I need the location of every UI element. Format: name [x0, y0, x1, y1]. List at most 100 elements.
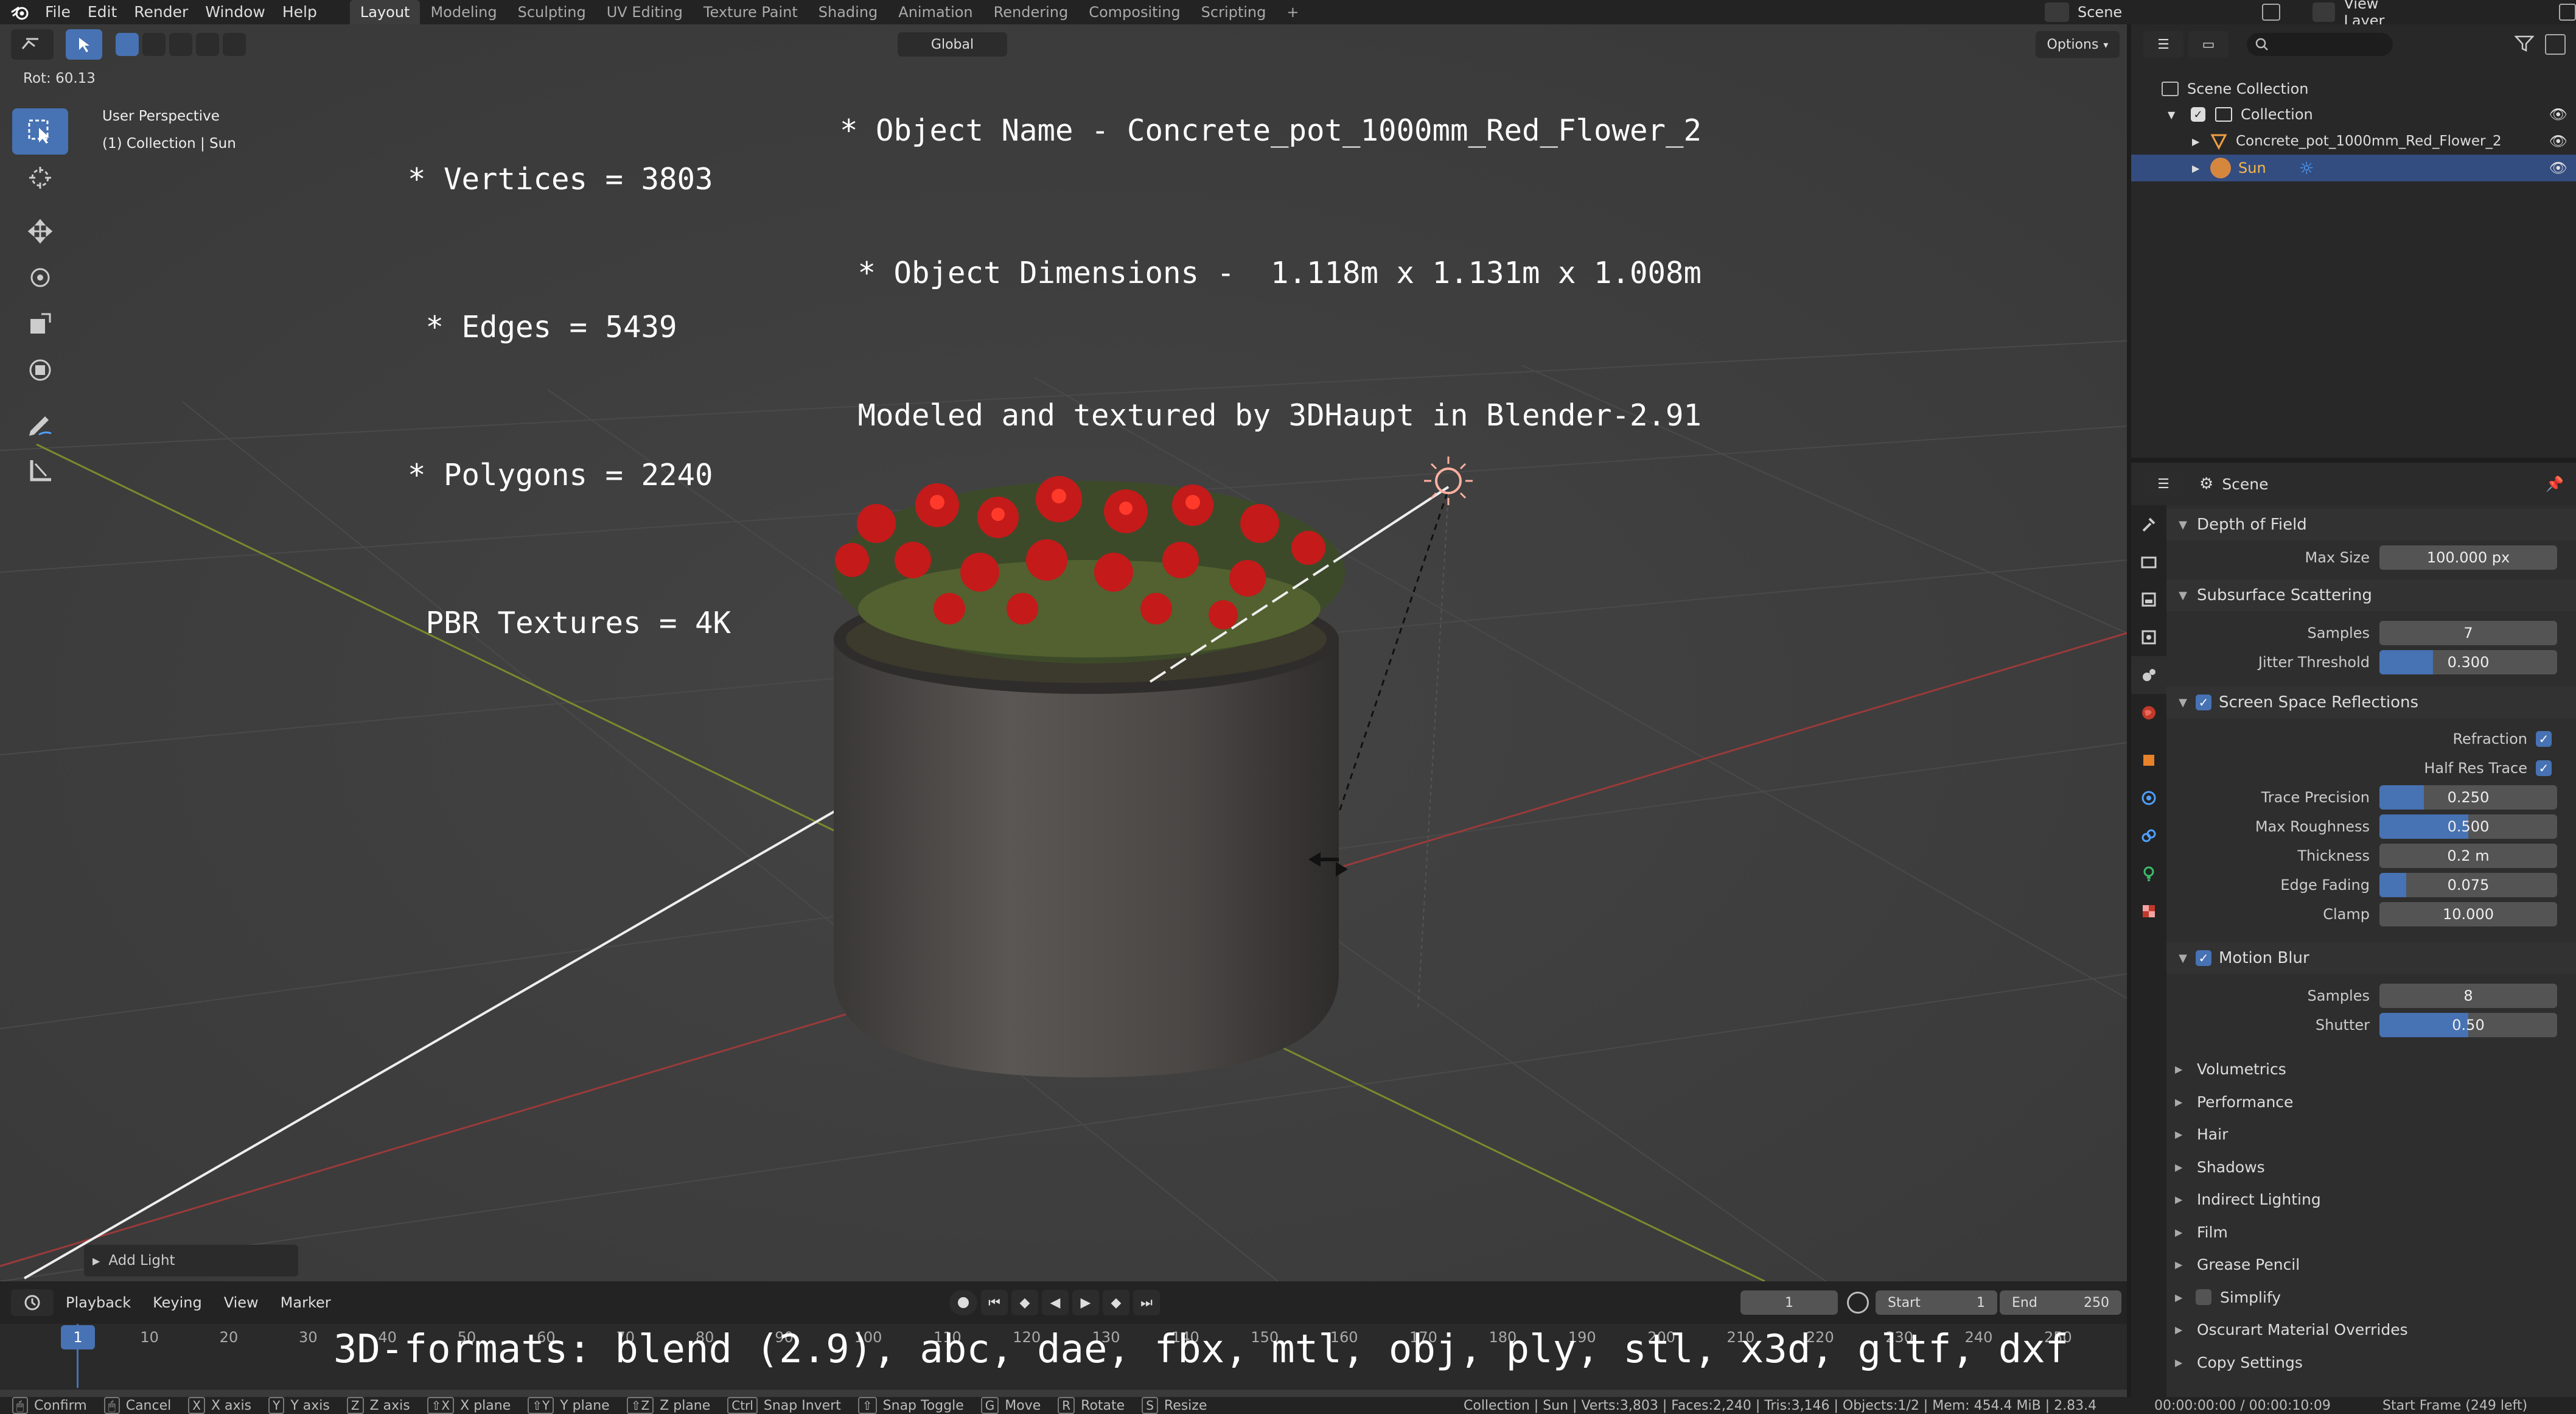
3d-viewport[interactable]: Global Options ▾ Rot: 60.13 User Perspect… [0, 24, 2127, 1281]
start-frame-field[interactable]: Start 1 [1876, 1290, 1997, 1315]
section-indirect-lighting[interactable]: ▶ Indirect Lighting [2166, 1183, 2576, 1216]
outliner-editor-type-icon[interactable]: ☰ [2143, 31, 2183, 58]
jump-end-button[interactable]: ⏭ [1133, 1290, 1160, 1315]
tool-tab-icon[interactable] [2131, 505, 2166, 543]
play-reverse-button[interactable]: ◀ [1042, 1290, 1069, 1315]
scale-tool[interactable] [12, 301, 68, 347]
outliner-row-collection[interactable]: ▼ ✓ Collection 👁 [2131, 101, 2576, 128]
options-dropdown[interactable]: Options ▾ [2036, 31, 2120, 58]
expand-icon[interactable]: ▶ [2192, 163, 2207, 174]
render-tab-icon[interactable] [2131, 543, 2166, 581]
max-size-field[interactable]: 100.000 px [2379, 545, 2557, 570]
mb-samples-field[interactable]: 8 [2379, 984, 2557, 1008]
light-data-tab-icon[interactable] [2131, 855, 2166, 892]
section-depth-of-field[interactable]: ▼ Depth of Field [2166, 509, 2576, 541]
workspace-tab-layout[interactable]: Layout [349, 0, 421, 24]
move-tool[interactable] [12, 208, 68, 254]
properties-editor[interactable]: ☰ ⚙ Scene 📌 ▼ Depth of Field Max Size 10… [2131, 463, 2576, 1397]
physics-tab-icon[interactable] [2131, 779, 2166, 817]
scene-selector[interactable]: Scene [2045, 0, 2281, 24]
editor-type-icon[interactable] [11, 29, 54, 60]
rotate-tool[interactable] [12, 254, 68, 301]
end-frame-field[interactable]: End 250 [2000, 1290, 2121, 1315]
jitter-threshold-slider[interactable]: 0.300 [2379, 650, 2557, 674]
sss-samples-field[interactable]: 7 [2379, 621, 2557, 645]
constraints-tab-icon[interactable] [2131, 817, 2166, 855]
select-intersect-icon[interactable] [223, 33, 246, 56]
select-invert-icon[interactable] [196, 33, 219, 56]
transform-tool[interactable] [12, 347, 68, 393]
workspace-tab-sculpting[interactable]: Sculpting [508, 0, 596, 24]
preview-range-icon[interactable] [1847, 1292, 1869, 1314]
new-view-layer-icon[interactable] [2558, 4, 2576, 21]
section-shadows[interactable]: ▶ Shadows [2166, 1151, 2576, 1184]
max-roughness-slider[interactable]: 0.500 [2379, 814, 2557, 839]
current-frame-field[interactable]: 1 [1740, 1290, 1838, 1315]
section-copy-settings[interactable]: ▶ Copy Settings [2166, 1346, 2576, 1379]
output-tab-icon[interactable] [2131, 581, 2166, 618]
visibility-eye-icon[interactable]: 👁 [2549, 106, 2567, 123]
workspace-tab-texture-paint[interactable]: Texture Paint [693, 0, 808, 24]
section-hair[interactable]: ▶ Hair [2166, 1118, 2576, 1151]
texture-tab-icon[interactable] [2131, 892, 2166, 930]
measure-tool[interactable] [12, 447, 68, 493]
select-mode-icon[interactable] [66, 29, 102, 60]
section-performance[interactable]: ▶ Performance [2166, 1086, 2576, 1119]
thickness-field[interactable]: 0.2 m [2379, 844, 2557, 868]
half-res-trace-checkbox[interactable]: ✓ [2536, 760, 2552, 776]
outliner-row-sun[interactable]: ▶ Sun ☼ 👁 [2131, 155, 2576, 181]
section-motion-blur[interactable]: ▼ ✓ Motion Blur [2166, 942, 2576, 974]
simplify-checkbox[interactable] [2196, 1289, 2211, 1306]
outliner-row-object[interactable]: ▶ Concrete_pot_1000mm_Red_Flower_2 👁 [2131, 128, 2576, 155]
shutter-slider[interactable]: 0.50 [2379, 1013, 2557, 1037]
properties-editor-type-icon[interactable]: ☰ [2143, 471, 2183, 497]
world-tab-icon[interactable] [2131, 694, 2166, 732]
workspace-tab-shading[interactable]: Shading [808, 0, 888, 24]
display-mode-icon[interactable]: ▭ [2188, 31, 2229, 58]
next-keyframe-button[interactable]: ◆ [1103, 1290, 1129, 1315]
prev-keyframe-button[interactable]: ◆ [1011, 1290, 1038, 1315]
scene-tab-icon[interactable] [2131, 656, 2166, 694]
blender-logo-icon[interactable] [6, 0, 34, 24]
pin-icon[interactable]: 📌 [2546, 475, 2564, 492]
edge-fading-slider[interactable]: 0.075 [2379, 873, 2557, 897]
ssr-enable-checkbox[interactable]: ✓ [2196, 695, 2211, 710]
outliner[interactable]: ☰ ▭ Scene Collection ▼ ✓ Collection 👁 ▶ … [2131, 24, 2576, 458]
timeline-editor[interactable]: Playback Keying View Marker ⏮ ◆ ◀ ▶ ◆ ⏭ 1 S… [0, 1281, 2127, 1397]
view-layer-tab-icon[interactable] [2131, 618, 2166, 656]
record-button[interactable] [949, 1290, 977, 1315]
timeline-menu-keying[interactable]: Keying [153, 1294, 202, 1311]
workspace-tab-animation[interactable]: Animation [888, 0, 983, 24]
select-box-tool[interactable] [12, 108, 68, 155]
visibility-eye-icon[interactable]: 👁 [2549, 159, 2567, 177]
playhead-frame[interactable]: 1 [61, 1325, 95, 1349]
expand-icon[interactable]: ▼ [2168, 109, 2182, 121]
filter-icon[interactable] [2515, 34, 2539, 55]
annotate-tool[interactable] [12, 401, 68, 447]
trace-precision-slider[interactable]: 0.250 [2379, 785, 2557, 810]
new-collection-icon[interactable] [2545, 34, 2566, 55]
play-button[interactable]: ▶ [1072, 1290, 1099, 1315]
outliner-row-scene-collection[interactable]: Scene Collection [2131, 75, 2576, 102]
cursor-tool[interactable] [12, 155, 68, 201]
menu-render[interactable]: Render [125, 0, 197, 24]
last-operator-panel[interactable]: ▶ Add Light [84, 1245, 298, 1276]
menu-window[interactable]: Window [197, 0, 274, 24]
menu-file[interactable]: File [37, 0, 79, 24]
add-workspace-button[interactable]: + [1276, 0, 1309, 24]
workspace-tab-rendering[interactable]: Rendering [983, 0, 1079, 24]
select-extend-icon[interactable] [142, 33, 166, 56]
motion-blur-checkbox[interactable]: ✓ [2196, 950, 2211, 966]
select-subtract-icon[interactable] [169, 33, 192, 56]
section-simplify[interactable]: ▶ Simplify [2166, 1281, 2576, 1314]
timeline-editor-type-icon[interactable] [11, 1289, 54, 1316]
timeline-menu-playback[interactable]: Playback [66, 1294, 131, 1311]
object-tab-icon[interactable] [2131, 741, 2166, 779]
exclude-checkbox[interactable]: ✓ [2191, 107, 2205, 122]
timeline-menu-marker[interactable]: Marker [281, 1294, 331, 1311]
section-film[interactable]: ▶ Film [2166, 1216, 2576, 1249]
clamp-field[interactable]: 10.000 [2379, 902, 2557, 926]
section-screen-space-reflections[interactable]: ▼ ✓ Screen Space Reflections [2166, 687, 2576, 718]
timeline-menu-view[interactable]: View [224, 1294, 259, 1311]
expand-icon[interactable]: ▶ [2192, 136, 2207, 147]
